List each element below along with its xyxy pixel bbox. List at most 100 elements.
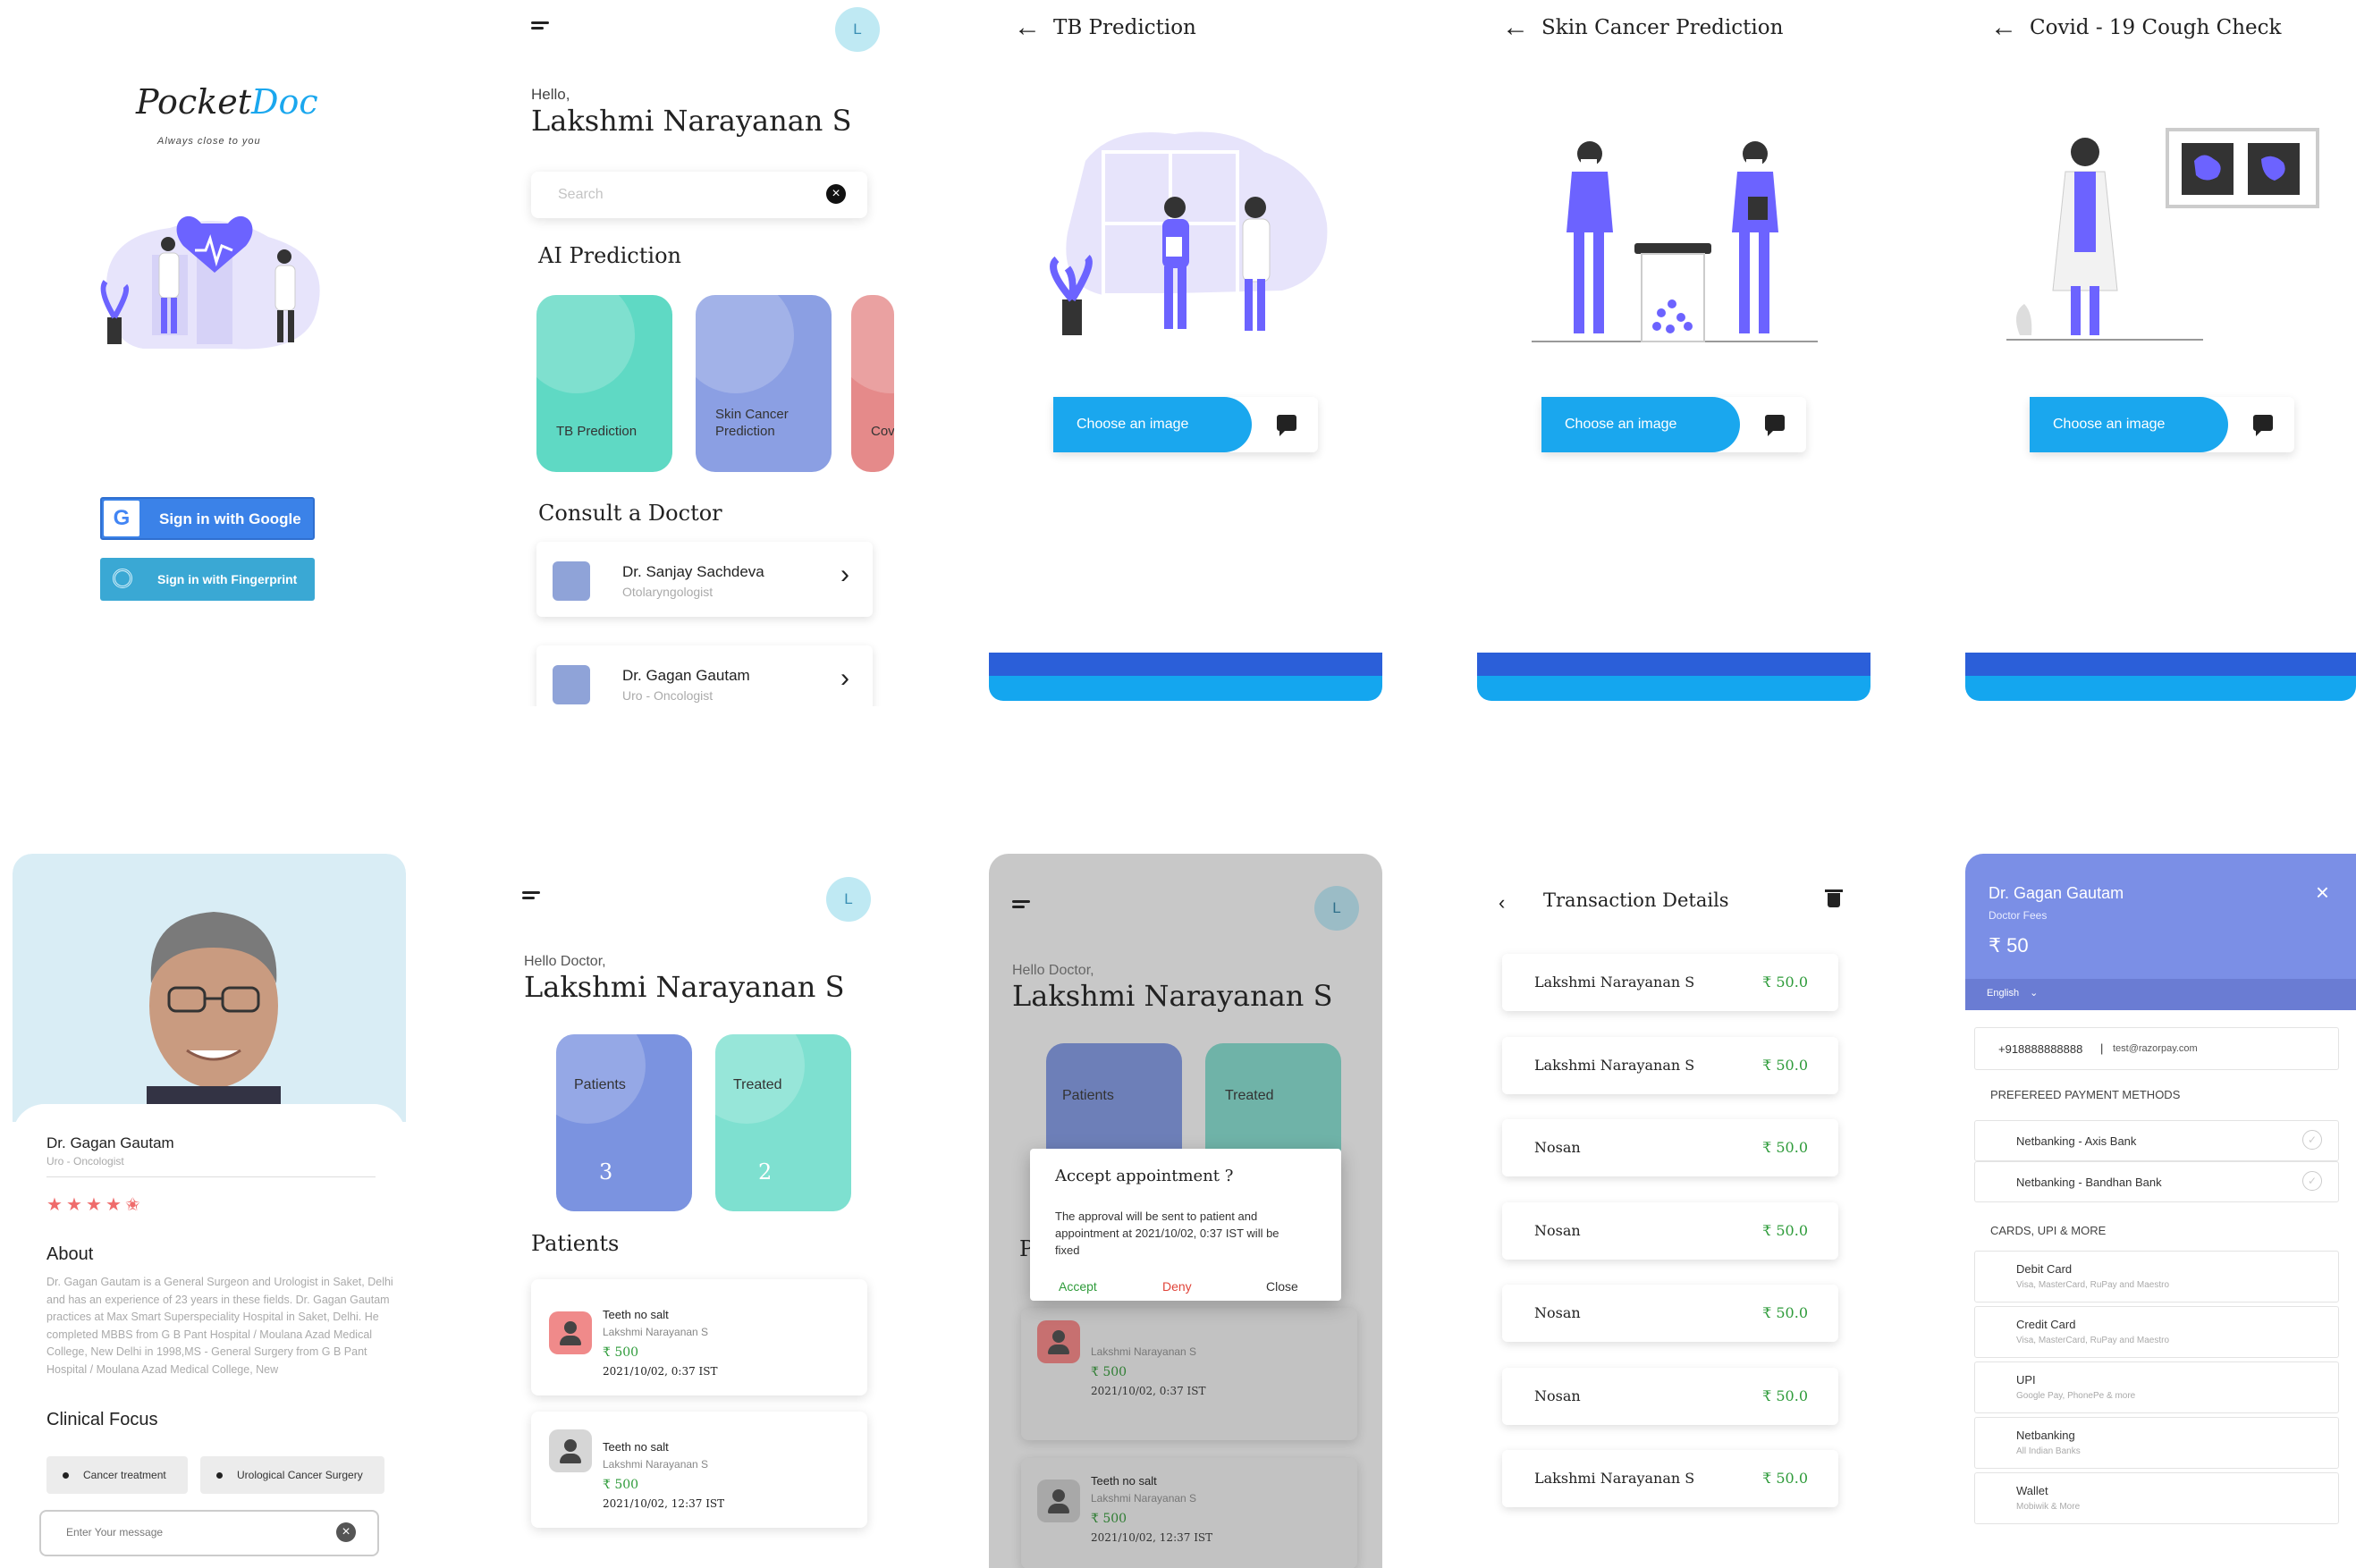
patient-avatar-icon (549, 1429, 592, 1472)
transaction-row[interactable]: Lakshmi Narayanan S ₹ 50.0 (1502, 1450, 1838, 1507)
back-chevron-icon[interactable]: ‹ (1499, 891, 1505, 915)
choose-image-button[interactable]: Choose an image (1053, 397, 1252, 452)
clear-message-icon[interactable]: × (336, 1522, 356, 1542)
payment-method-name: Credit Card (2016, 1318, 2076, 1331)
greeting: Hello, (531, 86, 570, 103)
focus-chip[interactable]: Urological Cancer Surgery (200, 1456, 384, 1494)
fee-amount: ₹ 50 (1989, 934, 2029, 957)
language-select[interactable]: English ⌄ (1987, 987, 2038, 999)
payment-method-sub: Google Pay, PhonePe & more (2016, 1391, 2136, 1401)
consult-doctor-title: Consult a Doctor (538, 501, 722, 526)
page-title: TB Prediction (1053, 16, 1196, 39)
skin-doctors-illustration (1532, 141, 1818, 342)
user-avatar[interactable]: L (1314, 886, 1359, 931)
search-input[interactable]: Search (558, 187, 604, 203)
bg-patient-card: Lakshmi Narayanan S ₹ 500 2021/10/02, 0:… (1021, 1308, 1357, 1440)
payment-method-sub: Visa, MasterCard, RuPay and Maestro (2016, 1336, 2170, 1345)
back-arrow-icon[interactable]: ← (1990, 14, 2017, 41)
payment-method-name: Wallet (2016, 1484, 2048, 1497)
choose-image-button[interactable]: Choose an image (2030, 397, 2228, 452)
choose-image-row: Choose an image (1053, 397, 1318, 452)
user-avatar[interactable]: L (835, 7, 880, 52)
google-sign-in-button[interactable]: G Sign in with Google (100, 497, 315, 540)
message-icon[interactable] (2253, 415, 2273, 436)
payment-method[interactable]: Debit Card Visa, MasterCard, RuPay and Ma… (1974, 1251, 2339, 1302)
message-field[interactable]: Enter Your message × (39, 1510, 379, 1556)
patient-card[interactable]: Teeth no salt Lakshmi Narayanan S ₹ 500 202… (531, 1412, 867, 1528)
doctor-card[interactable]: Dr. Sanjay Sachdeva Otolaryngologist › (536, 542, 873, 617)
close-icon[interactable]: × (2316, 879, 2329, 906)
greeting: Hello Doctor, (524, 954, 606, 969)
tb-doctors-illustration (1050, 131, 1328, 335)
message-icon[interactable] (1765, 415, 1785, 436)
focus-chip[interactable]: Cancer treatment (46, 1456, 188, 1494)
ai-card-label: Cov Pre (871, 424, 894, 439)
payment-method[interactable]: UPI Google Pay, PhonePe & more (1974, 1361, 2339, 1413)
stat-card[interactable]: Patients 3 (556, 1034, 692, 1211)
user-name: Lakshmi Narayanan S (531, 104, 852, 138)
payment-method[interactable]: Credit Card Visa, MasterCard, RuPay and M… (1974, 1306, 2339, 1358)
contact-field[interactable]: +918888888888 | test@razorpay.com (1974, 1027, 2339, 1070)
transaction-row[interactable]: Lakshmi Narayanan S ₹ 50.0 (1502, 1036, 1838, 1094)
menu-icon[interactable] (531, 21, 549, 32)
ai-card[interactable]: TB Prediction (536, 295, 672, 472)
google-button-label: Sign in with Google (159, 510, 301, 527)
choose-image-row: Choose an image (2030, 397, 2294, 452)
doctor-photo (147, 912, 281, 1113)
delete-icon[interactable] (1828, 893, 1840, 907)
payment-header: Dr. Gagan Gautam Doctor Fees ₹ 50 × Engl… (1965, 854, 2356, 1010)
deny-button[interactable]: Deny (1162, 1279, 1192, 1294)
transaction-row[interactable]: Nosan ₹ 50.0 (1502, 1367, 1838, 1425)
chevron-right-icon[interactable]: › (840, 560, 849, 590)
transaction-row[interactable]: Nosan ₹ 50.0 (1502, 1201, 1838, 1260)
fingerprint-sign-in-button[interactable]: Sign in with Fingerprint (100, 558, 315, 601)
ai-prediction-title: AI Prediction (538, 243, 681, 268)
menu-icon[interactable] (1012, 900, 1030, 911)
payment-method[interactable]: Netbanking All Indian Banks (1974, 1417, 2339, 1469)
user-avatar[interactable]: L (826, 877, 871, 922)
back-arrow-icon[interactable]: ← (1502, 14, 1529, 41)
stat-card[interactable]: Treated 2 (715, 1034, 851, 1211)
back-arrow-icon[interactable]: ← (1014, 14, 1041, 41)
preferred-method[interactable]: Netbanking - Axis Bank ✓ (1974, 1120, 2339, 1161)
ai-card[interactable]: Cov Pre (851, 295, 894, 472)
doctor-name: Dr. Gagan Gautam (46, 1134, 174, 1151)
choose-image-button[interactable]: Choose an image (1541, 397, 1740, 452)
page-title: Transaction Details (1543, 889, 1729, 911)
patient-title: Teeth no salt (603, 1308, 669, 1321)
home-screen: L Hello, Lakshmi Narayanan S Search × AI… (501, 0, 894, 706)
fingerprint-button-label: Sign in with Fingerprint (157, 572, 298, 586)
message-input[interactable]: Enter Your message (66, 1526, 163, 1538)
clear-search-icon[interactable]: × (826, 184, 846, 204)
brand-logo: PocketDoc (136, 82, 318, 122)
chevron-right-icon[interactable]: › (840, 663, 849, 694)
search-bar[interactable]: Search × (531, 172, 867, 218)
star-icon: ★ (66, 1195, 82, 1215)
check-icon: ✓ (2302, 1130, 2322, 1150)
bottom-bar (989, 676, 1382, 701)
close-button[interactable]: Close (1266, 1279, 1298, 1294)
patient-card[interactable]: Teeth no salt Lakshmi Narayanan S ₹ 500 202… (531, 1279, 867, 1395)
doctors-heart-illustration (100, 215, 320, 350)
patient-avatar-icon (549, 1311, 592, 1354)
transaction-row[interactable]: Nosan ₹ 50.0 (1502, 1285, 1838, 1342)
menu-icon[interactable] (522, 891, 540, 902)
doctor-name: Dr. Gagan Gautam (622, 667, 750, 684)
accept-button[interactable]: Accept (1059, 1279, 1097, 1294)
transaction-amount: ₹ 50.0 (1762, 1221, 1808, 1239)
transaction-amount: ₹ 50.0 (1762, 1470, 1808, 1487)
ai-card[interactable]: Skin Cancer Prediction (696, 295, 832, 472)
transaction-name: Lakshmi Narayanan S (1534, 1056, 1695, 1074)
doctor-home-screen: L Hello Doctor, Lakshmi Narayanan S Pati… (492, 854, 885, 1568)
patient-name: Lakshmi Narayanan S (603, 1458, 709, 1471)
transaction-row[interactable]: Lakshmi Narayanan S ₹ 50.0 (1502, 954, 1838, 1011)
payment-method[interactable]: Wallet Mobiwik & More (1974, 1472, 2339, 1524)
message-icon[interactable] (1277, 415, 1296, 436)
transaction-name: Nosan (1534, 1387, 1581, 1404)
preferred-method-label: Netbanking - Bandhan Bank (2016, 1176, 2162, 1189)
preferred-method[interactable]: Netbanking - Bandhan Bank ✓ (1974, 1161, 2339, 1202)
transaction-row[interactable]: Nosan ₹ 50.0 (1502, 1119, 1838, 1176)
transaction-name: Lakshmi Narayanan S (1534, 974, 1695, 991)
doctor-avatar (553, 665, 590, 704)
doctor-card[interactable]: Dr. Gagan Gautam Uro - Oncologist › (536, 645, 873, 706)
